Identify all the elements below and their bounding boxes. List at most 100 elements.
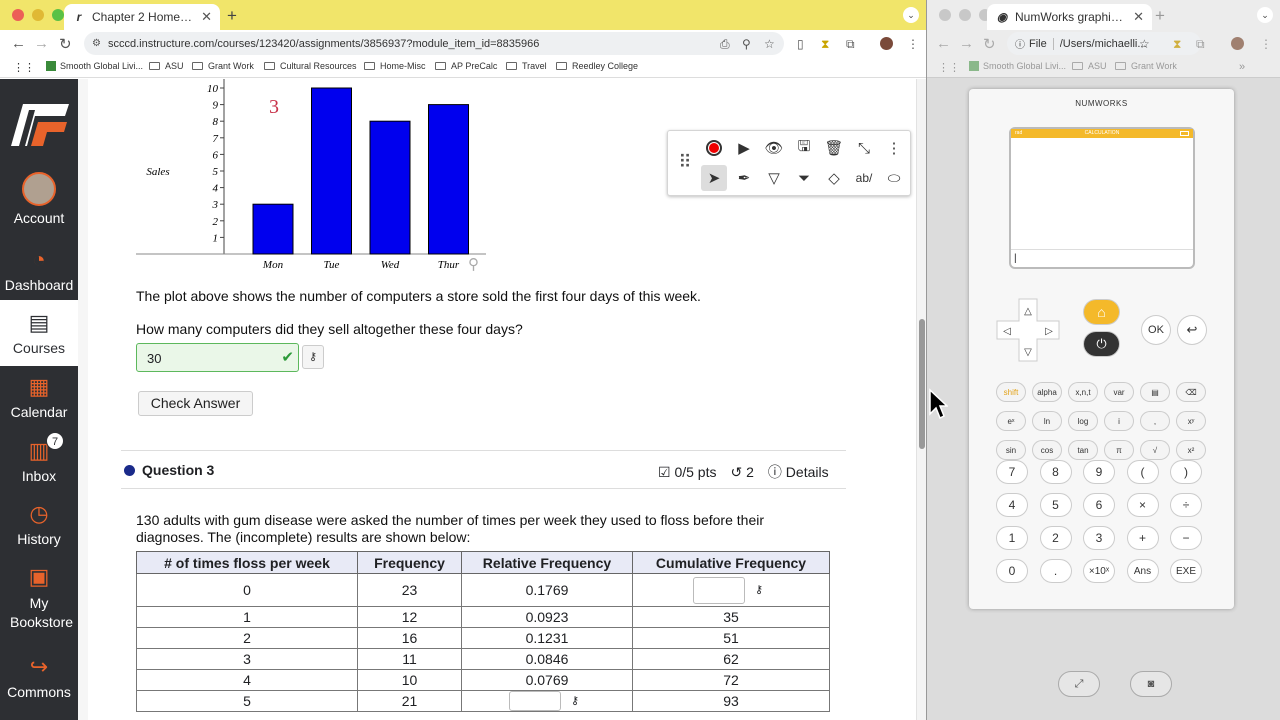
calc-key[interactable]: ln [1033, 412, 1061, 430]
close-window-button[interactable] [12, 9, 24, 21]
ellipse-tool-icon[interactable]: ⬭ [881, 165, 907, 191]
highlighter-icon[interactable]: ▽ [761, 165, 787, 191]
marker-icon[interactable]: ⏷ [791, 165, 817, 191]
calculator-dpad[interactable]: △ ▽ ◁ ▷ [995, 297, 1061, 363]
page-scrollbar[interactable] [916, 79, 926, 720]
extensions-puzzle-icon[interactable]: ⧉ [846, 37, 855, 52]
calc-key[interactable]: shift [997, 383, 1025, 401]
calc-key[interactable]: alpha [1033, 383, 1061, 401]
sidebar-item-commons[interactable]: ↪ Commons [0, 654, 78, 700]
sidebar-item-history[interactable]: ◷ History [0, 501, 78, 547]
ok-key[interactable]: OK [1142, 316, 1170, 344]
answer-key-icon[interactable]: ⚷ [749, 578, 769, 602]
maximize-window-button[interactable] [52, 9, 64, 21]
eye-icon[interactable]: 👁 [761, 135, 787, 161]
calc-key[interactable]: − [1171, 527, 1201, 549]
calc-key[interactable]: x² [1177, 441, 1205, 459]
profile-avatar[interactable] [880, 37, 893, 50]
calc-key[interactable]: 8 [1040, 461, 1071, 483]
details-link[interactable]: ⓘ Details [768, 462, 829, 482]
bookmark-folder[interactable]: Reedley College [556, 61, 638, 71]
calc-key[interactable]: log [1069, 412, 1097, 430]
answer-key-icon[interactable]: ⚷ [302, 345, 324, 369]
calc-key[interactable]: 7 [997, 461, 1027, 483]
new-tab-button[interactable]: + [227, 6, 237, 26]
calc-key[interactable]: 5 [1040, 494, 1071, 516]
back-key-icon[interactable]: ↩ [1178, 316, 1206, 344]
calc-key[interactable]: 3 [1084, 527, 1114, 549]
sidebar-item-calendar[interactable]: ▦ Calendar [0, 374, 78, 420]
close-window-button[interactable] [939, 9, 951, 21]
check-answer-button[interactable]: Check Answer [138, 391, 253, 416]
calc-key[interactable]: 0 [997, 560, 1027, 582]
collapse-icon[interactable]: ⤡ [851, 135, 877, 161]
home-icon[interactable]: ⌂ [1084, 300, 1119, 324]
text-tool-icon[interactable]: ab/ [851, 165, 877, 191]
bookmark-folder[interactable]: Travel [506, 61, 547, 71]
reload-icon[interactable]: ↻ [59, 35, 72, 53]
minimize-window-button[interactable] [959, 9, 971, 21]
nav-scrollbar[interactable] [78, 79, 88, 720]
calc-key[interactable]: ⌫ [1177, 383, 1205, 401]
calc-key[interactable]: ÷ [1171, 494, 1201, 516]
calc-key[interactable]: 2 [1040, 527, 1071, 549]
calc-key[interactable]: ×10ˣ [1084, 560, 1114, 582]
calc-key[interactable]: ( [1127, 461, 1158, 483]
extension-hourglass-icon[interactable]: ⧗ [821, 37, 829, 52]
calc-key[interactable]: eˣ [997, 412, 1025, 430]
calc-key[interactable]: ) [1171, 461, 1201, 483]
extension-icon[interactable]: ▯ [797, 37, 804, 51]
tab-canvas[interactable]: r Chapter 2 Homework Learnin ✕ [64, 4, 220, 30]
sidebar-item-inbox[interactable]: ▥ 7 Inbox [0, 432, 78, 484]
calc-key[interactable]: π [1105, 441, 1133, 459]
calc-key[interactable]: 1 [997, 527, 1027, 549]
drag-handle-icon[interactable]: ⠿ [672, 149, 698, 175]
reload-icon[interactable]: ↻ [983, 35, 996, 53]
install-icon[interactable]: ⎙ [720, 37, 730, 52]
screenshot-camera-icon[interactable]: ◙ [1130, 671, 1172, 697]
calculator-input-line[interactable]: | [1011, 249, 1193, 267]
back-icon[interactable]: ← [11, 35, 26, 52]
sidebar-item-bookstore[interactable]: ▣ My Bookstore [0, 564, 78, 632]
tab-search-icon[interactable]: ⌄ [1257, 7, 1273, 23]
trash-icon[interactable]: 🗑 [821, 135, 847, 161]
more-options-icon[interactable]: ⋮ [881, 135, 907, 161]
address-bar[interactable]: ⚙ scccd.instructure.com/courses/123420/a… [84, 32, 784, 55]
calc-key[interactable]: 9 [1084, 461, 1114, 483]
address-bar[interactable]: ⓘ File /Users/michaelli... [1007, 32, 1201, 55]
calc-key[interactable]: , [1141, 412, 1169, 430]
bookmark-folder[interactable]: Cultural Resources [264, 61, 357, 71]
calc-key[interactable]: EXE [1171, 560, 1201, 582]
new-tab-button[interactable]: + [1155, 6, 1165, 26]
bookmark-item[interactable]: Smooth Global Livi... [46, 61, 143, 71]
calc-key[interactable]: sin [997, 441, 1025, 459]
answer-key-icon[interactable]: ⚷ [565, 692, 585, 710]
pointer-tool-icon[interactable]: ➤ [701, 165, 727, 191]
browser-menu-icon[interactable]: ⋮ [1260, 37, 1272, 51]
browser-menu-icon[interactable]: ⋮ [907, 37, 919, 51]
calc-key[interactable]: xʸ [1177, 412, 1205, 430]
laser-pen-icon[interactable]: ✒ [731, 165, 757, 191]
bookmark-folder[interactable]: ASU [1072, 61, 1107, 71]
apps-grid-icon[interactable]: ⋮⋮ [13, 61, 35, 74]
minimize-window-button[interactable] [32, 9, 44, 21]
back-icon[interactable]: ← [936, 35, 951, 52]
cumulative-frequency-input[interactable] [693, 576, 745, 604]
extension-hourglass-icon[interactable]: ⧗ [1173, 37, 1181, 52]
answer-input[interactable]: 30 ✔ [136, 343, 299, 372]
calc-key[interactable]: tan [1069, 441, 1097, 459]
power-icon[interactable]: ⏻ [1084, 332, 1119, 356]
apps-grid-icon[interactable]: ⋮⋮ [938, 61, 960, 74]
calc-key[interactable]: x,n,t [1069, 383, 1097, 401]
close-tab-icon[interactable]: ✕ [1133, 9, 1144, 25]
sidebar-item-account[interactable]: Account [0, 172, 78, 226]
record-icon[interactable] [701, 135, 727, 161]
profile-avatar[interactable] [1231, 37, 1244, 50]
eraser-icon[interactable]: ◇ [821, 165, 847, 191]
play-video-icon[interactable]: ▶ [731, 135, 757, 161]
calc-key[interactable]: var [1105, 383, 1133, 401]
sidebar-item-courses[interactable]: ▤ Courses [0, 300, 78, 366]
calc-key[interactable]: . [1040, 560, 1071, 582]
calc-key[interactable]: ▤ [1141, 383, 1169, 401]
relative-frequency-input[interactable] [509, 691, 561, 711]
